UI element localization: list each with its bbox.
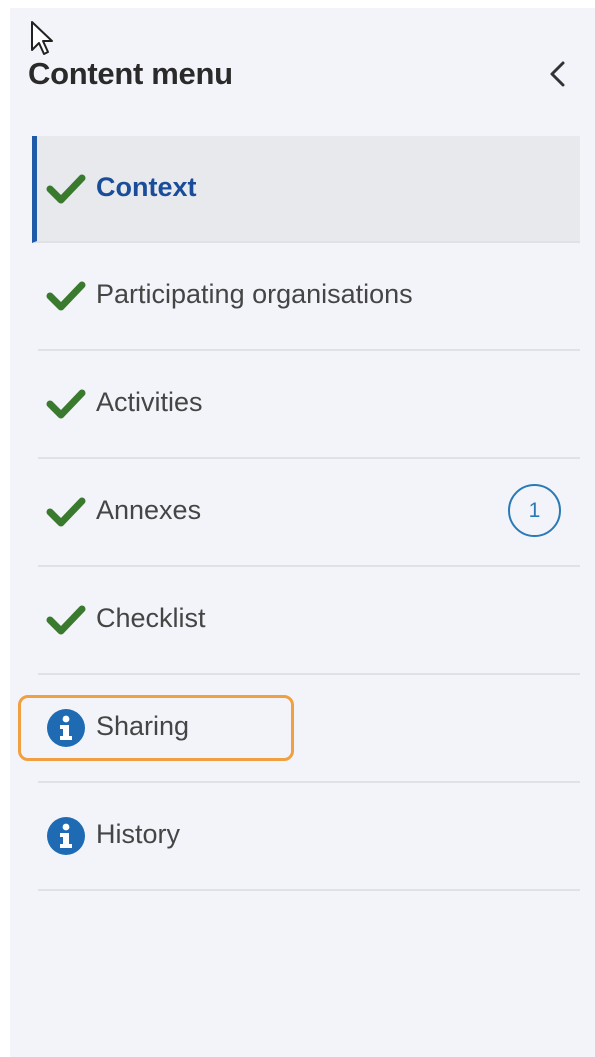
- menu-item-activities[interactable]: Activities: [38, 351, 580, 459]
- checkmark-icon: [46, 174, 86, 204]
- menu-item-label: Sharing: [96, 711, 190, 741]
- menu-item-annexes[interactable]: Annexes 1: [38, 459, 580, 567]
- checkmark-icon: [46, 281, 86, 311]
- menu-item-label: Context: [96, 172, 197, 202]
- menu-item-checklist[interactable]: Checklist: [38, 567, 580, 675]
- info-icon: [47, 817, 85, 855]
- menu-item-label: Annexes: [96, 495, 202, 525]
- menu-item-label: History: [96, 819, 181, 849]
- menu-item-history[interactable]: History: [38, 783, 580, 891]
- content-menu-list: Context Participating organisations Acti…: [18, 136, 580, 891]
- count-badge: 1: [508, 484, 561, 537]
- menu-item-label: Participating organisations: [96, 279, 413, 309]
- mouse-pointer-icon: [31, 21, 53, 55]
- checkmark-icon: [46, 497, 86, 527]
- checkmark-icon: [46, 605, 86, 635]
- chevron-left-icon[interactable]: [540, 56, 576, 92]
- menu-item-sharing[interactable]: Sharing: [18, 675, 580, 783]
- menu-item-participating-organisations[interactable]: Participating organisations: [38, 243, 580, 351]
- checkmark-icon: [46, 389, 86, 419]
- menu-item-label: Activities: [96, 387, 203, 417]
- menu-title: Content menu: [28, 56, 233, 91]
- info-icon: [47, 709, 85, 747]
- menu-item-context[interactable]: Context: [32, 136, 580, 243]
- menu-item-label: Checklist: [96, 603, 206, 633]
